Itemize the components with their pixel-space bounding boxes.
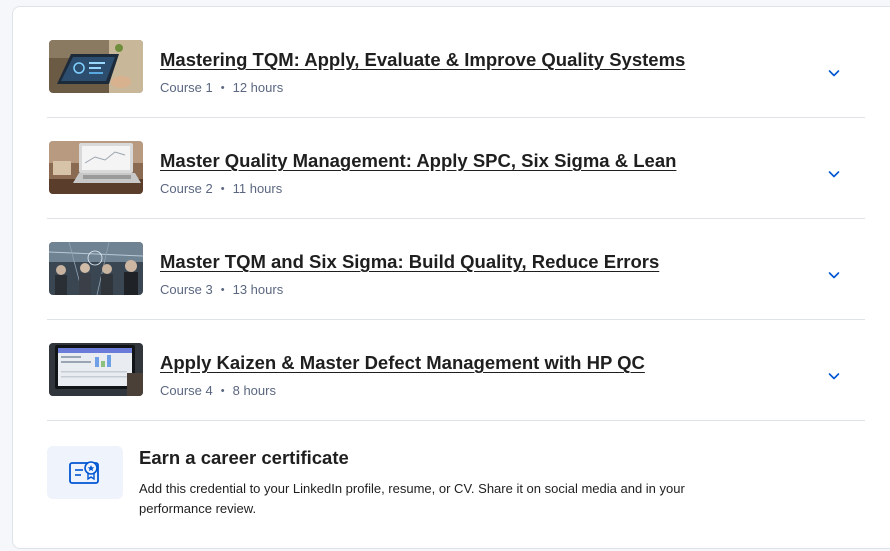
chevron-down-icon[interactable] xyxy=(826,368,842,384)
separator-dot: • xyxy=(220,183,225,195)
course-duration: 13 hours xyxy=(232,282,284,297)
course-row[interactable]: Apply Kaizen & Master Defect Management … xyxy=(47,320,865,421)
course-number: Course 2 xyxy=(160,181,213,196)
course-thumbnail xyxy=(49,343,143,396)
course-thumbnail xyxy=(49,40,143,93)
certificate-description: Add this credential to your LinkedIn pro… xyxy=(139,481,685,516)
course-thumbnail xyxy=(49,242,143,295)
certificate-icon-box xyxy=(47,446,123,499)
course-meta: Course 1 • 12 hours xyxy=(160,80,283,95)
course-title-link[interactable]: Mastering TQM: Apply, Evaluate & Improve… xyxy=(160,49,685,71)
certificate-icon xyxy=(69,461,99,484)
course-row[interactable]: Mastering TQM: Apply, Evaluate & Improve… xyxy=(47,17,865,118)
course-title-link[interactable]: Master Quality Management: Apply SPC, Si… xyxy=(160,150,676,172)
course-row[interactable]: Master Quality Management: Apply SPC, Si… xyxy=(47,118,865,219)
course-duration: 12 hours xyxy=(232,80,284,95)
separator-dot: • xyxy=(220,82,225,94)
course-duration: 11 hours xyxy=(232,181,283,196)
course-duration: 8 hours xyxy=(232,383,276,398)
course-number: Course 4 xyxy=(160,383,213,398)
separator-dot: • xyxy=(220,385,225,397)
chevron-down-icon[interactable] xyxy=(826,65,842,81)
chevron-down-icon[interactable] xyxy=(826,166,842,182)
course-number: Course 1 xyxy=(160,80,213,95)
course-title-link[interactable]: Apply Kaizen & Master Defect Management … xyxy=(160,352,645,374)
separator-dot: • xyxy=(220,284,225,296)
course-list-card: Mastering TQM: Apply, Evaluate & Improve… xyxy=(12,6,890,549)
course-title-link[interactable]: Master TQM and Six Sigma: Build Quality,… xyxy=(160,251,659,273)
certificate-heading: Earn a career certificate xyxy=(139,447,349,468)
course-row[interactable]: Master TQM and Six Sigma: Build Quality,… xyxy=(47,219,865,320)
course-thumbnail xyxy=(49,141,143,194)
course-number: Course 3 xyxy=(160,282,213,297)
course-meta: Course 2 • 11 hours xyxy=(160,181,282,196)
chevron-down-icon[interactable] xyxy=(826,267,842,283)
course-meta: Course 4 • 8 hours xyxy=(160,383,276,398)
course-meta: Course 3 • 13 hours xyxy=(160,282,283,297)
